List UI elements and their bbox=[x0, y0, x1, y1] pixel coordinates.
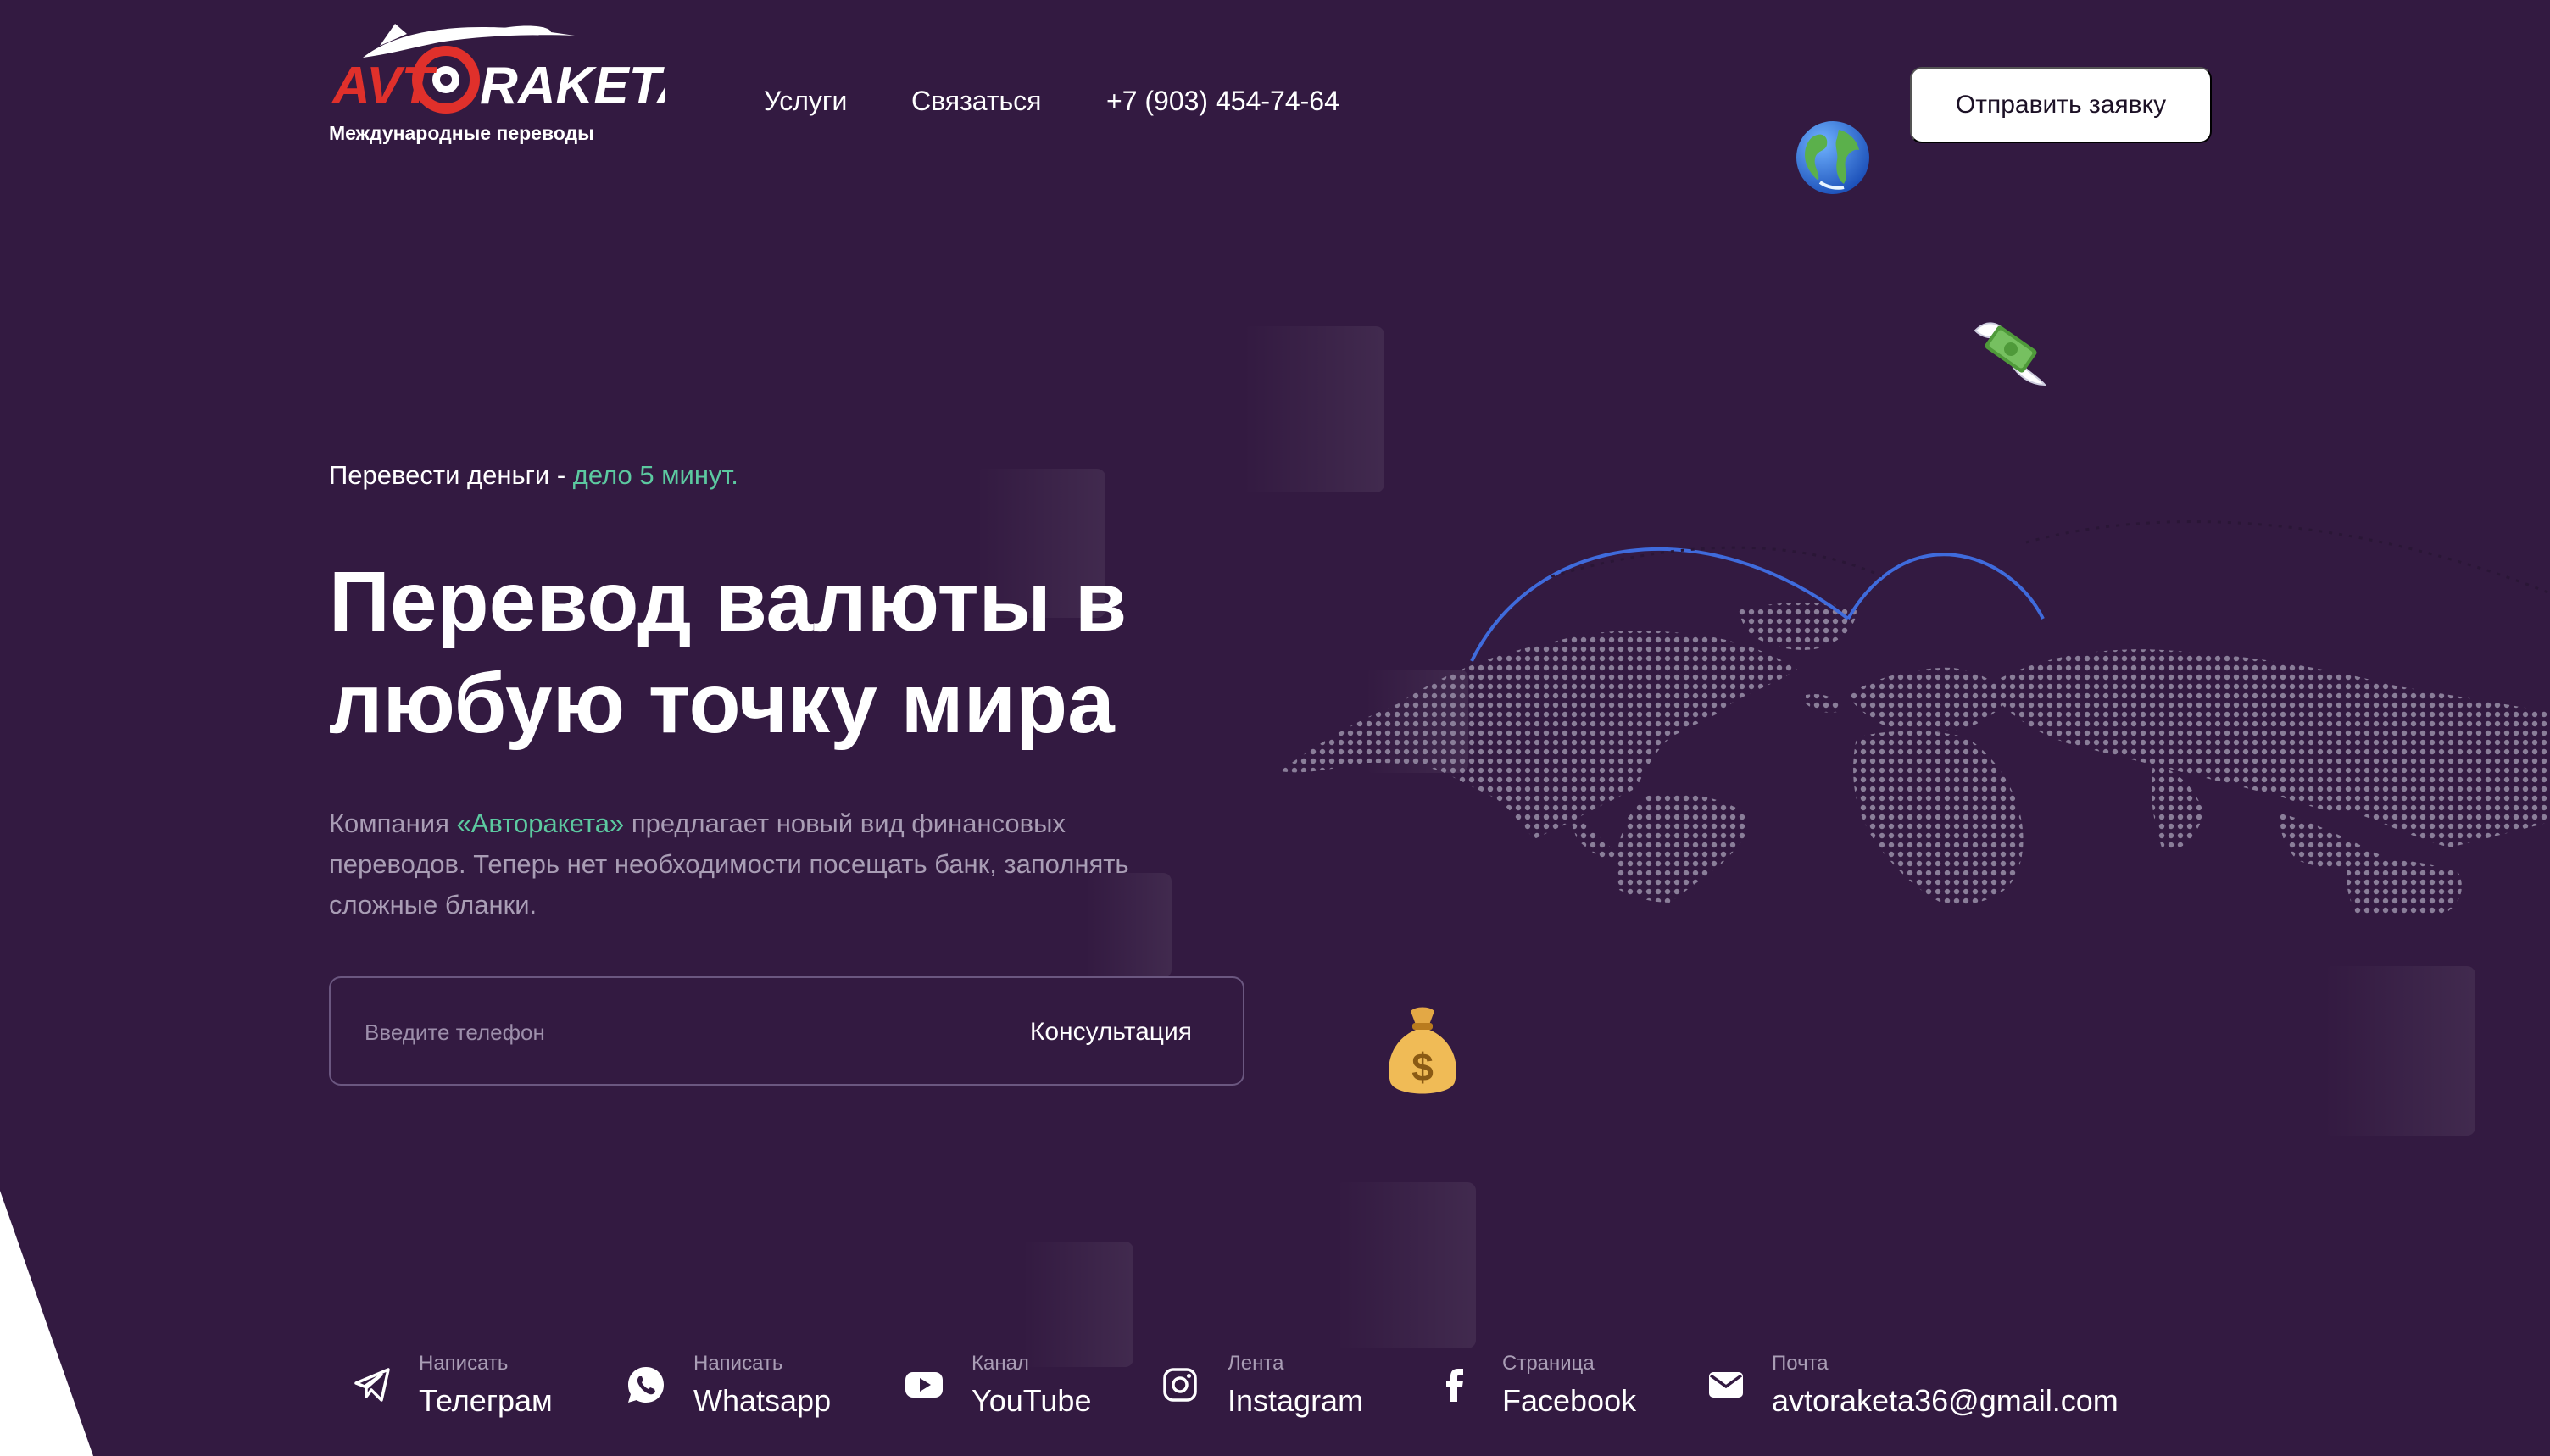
tagline-main: Перевести деньги - bbox=[329, 460, 573, 490]
social-label: Канал bbox=[972, 1352, 1029, 1375]
hero-description: Компания «Авторакета» предлагает новый в… bbox=[329, 803, 1194, 925]
logo[interactable]: AVT RAKETA Международные переводы bbox=[329, 20, 668, 156]
whatsapp-icon bbox=[628, 1367, 664, 1403]
send-request-button[interactable]: Отправить заявку bbox=[1910, 67, 2212, 143]
social-value: Instagram bbox=[1228, 1383, 1364, 1418]
hero-title: Перевод валюты в любую точку мира bbox=[329, 551, 1261, 754]
social-value: Facebook bbox=[1502, 1383, 1637, 1418]
desc-brand: «Авторакета» bbox=[456, 809, 625, 838]
flight-arc-dashed bbox=[2025, 520, 2550, 595]
nav-services[interactable]: Услуги bbox=[764, 86, 847, 117]
social-facebook[interactable]: Страница Facebook bbox=[1434, 1349, 1655, 1425]
flight-arc-dashed bbox=[1551, 546, 1883, 578]
facebook-icon bbox=[1446, 1369, 1463, 1402]
social-whatsapp[interactable]: Написать Whatsapp bbox=[626, 1349, 871, 1425]
consultation-form: Консультация bbox=[329, 976, 1244, 1086]
social-value: Телеграм bbox=[419, 1383, 553, 1418]
telegram-icon bbox=[354, 1368, 390, 1402]
social-value: Whatsapp bbox=[693, 1383, 832, 1418]
social-label: Написать bbox=[419, 1352, 509, 1375]
nav-contact[interactable]: Связаться bbox=[911, 86, 1042, 117]
social-youtube[interactable]: Канал YouTube bbox=[904, 1349, 1107, 1425]
social-mail[interactable]: Почта avtoraketa36@gmail.com bbox=[1706, 1349, 2130, 1425]
money-bag-icon: $ bbox=[1389, 1007, 1456, 1094]
logo-mark: AVT RAKETA bbox=[331, 24, 665, 115]
mail-icon bbox=[1709, 1372, 1743, 1398]
social-label: Почта bbox=[1772, 1352, 1829, 1375]
svg-text:$: $ bbox=[1411, 1045, 1434, 1089]
social-label: Написать bbox=[693, 1352, 783, 1375]
logo-subtitle: Международные переводы bbox=[329, 122, 594, 144]
instagram-icon bbox=[1163, 1368, 1197, 1402]
money-with-wings-icon bbox=[1974, 322, 2047, 386]
youtube-icon bbox=[905, 1372, 943, 1398]
logo-prefix: AVT bbox=[331, 57, 438, 115]
tagline: Перевести деньги - дело 5 минут. bbox=[329, 460, 738, 491]
social-value: YouTube bbox=[972, 1383, 1092, 1418]
phone-input[interactable] bbox=[365, 1012, 907, 1053]
globe-icon bbox=[1796, 121, 1869, 194]
hero-title-line1: Перевод валюты в bbox=[329, 554, 1127, 649]
social-instagram[interactable]: Лента Instagram bbox=[1160, 1349, 1389, 1425]
social-value: avtoraketa36@gmail.com bbox=[1772, 1383, 2119, 1418]
world-map bbox=[1282, 520, 2550, 914]
social-telegram[interactable]: Написать Телеграм bbox=[353, 1349, 590, 1425]
tagline-accent: дело 5 минут. bbox=[572, 460, 738, 490]
consultation-button[interactable]: Консультация bbox=[1030, 1009, 1192, 1056]
hero-title-line2: любую точку мира bbox=[329, 656, 1115, 751]
desc-before: Компания bbox=[329, 809, 457, 838]
nav-phone-link[interactable]: +7 (903) 454-74-64 bbox=[1106, 86, 1339, 117]
social-label: Страница bbox=[1502, 1352, 1595, 1375]
logo-suffix: RAKETA bbox=[480, 57, 665, 115]
flight-arc bbox=[1470, 547, 1850, 662]
landing-page: AVT RAKETA Международные переводы Услуги… bbox=[0, 0, 2550, 1456]
social-label: Лента bbox=[1228, 1352, 1284, 1375]
flight-arc bbox=[1846, 553, 2045, 620]
